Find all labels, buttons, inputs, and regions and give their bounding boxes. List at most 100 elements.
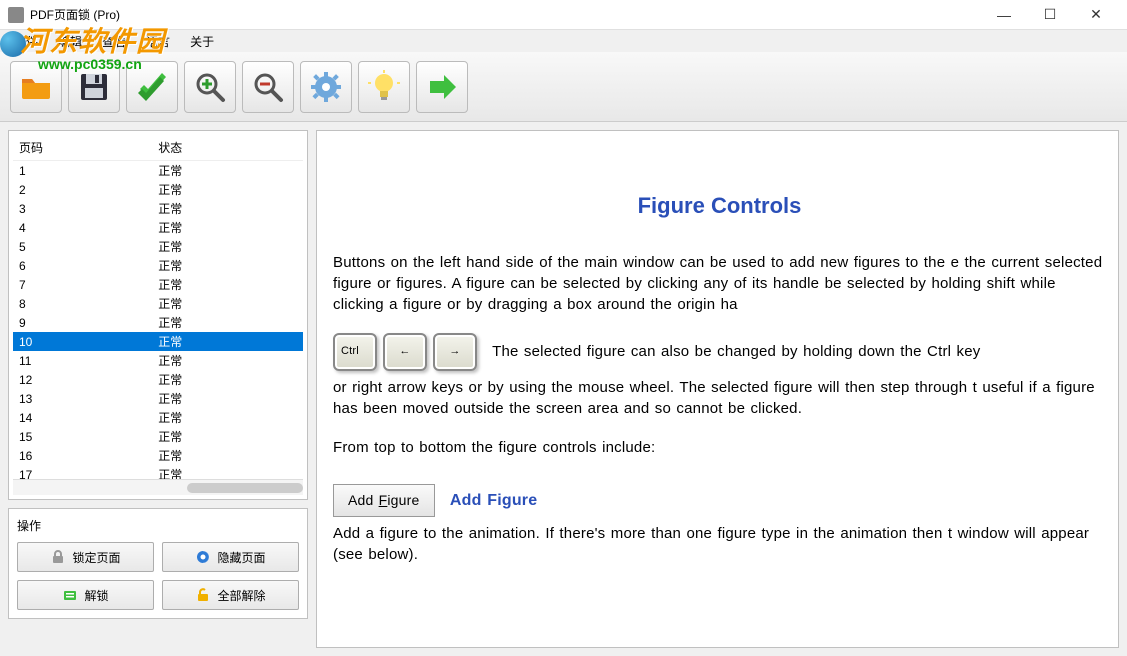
main-area: 页码 状态 1正常2正常3正常4正常5正常6正常7正常8正常9正常10正常11正…	[0, 122, 1127, 656]
zoom-out-button[interactable]	[242, 61, 294, 113]
table-row[interactable]: 16正常	[13, 446, 303, 465]
gear-icon	[308, 69, 344, 105]
eye-hide-icon	[195, 549, 211, 565]
cell-status: 正常	[152, 332, 303, 351]
cell-page: 9	[13, 313, 152, 332]
cell-page: 16	[13, 446, 152, 465]
table-row[interactable]: 6正常	[13, 256, 303, 275]
doc-add-figure-row: Add Figure Add Figure	[333, 484, 1106, 518]
clear-all-button[interactable]: 全部解除	[162, 580, 299, 610]
menu-file[interactable]: 文件	[4, 31, 48, 52]
save-button[interactable]	[68, 61, 120, 113]
table-row[interactable]: 11正常	[13, 351, 303, 370]
horizontal-scrollbar[interactable]	[13, 479, 303, 495]
cell-status: 正常	[152, 389, 303, 408]
cell-status: 正常	[152, 465, 303, 479]
add-figure-button[interactable]: Add Figure	[333, 484, 435, 518]
cell-status: 正常	[152, 427, 303, 446]
table-row[interactable]: 12正常	[13, 370, 303, 389]
menu-language[interactable]: 语言	[136, 31, 180, 52]
menu-about[interactable]: 关于	[180, 31, 224, 52]
cell-status: 正常	[152, 351, 303, 370]
col-status[interactable]: 状态	[152, 135, 303, 161]
unlock-label: 解锁	[84, 587, 108, 604]
menubar: 文件 编辑 查看 语言 关于	[0, 30, 1127, 52]
window-title: PDF页面锁 (Pro)	[30, 6, 981, 23]
run-button[interactable]	[416, 61, 468, 113]
cell-page: 6	[13, 256, 152, 275]
document-viewer[interactable]: Figure Controls Buttons on the left hand…	[316, 130, 1119, 648]
menu-view[interactable]: 查看	[92, 31, 136, 52]
table-row[interactable]: 2正常	[13, 180, 303, 199]
minimize-button[interactable]: —	[981, 0, 1027, 30]
doc-p2a: The selected figure can also be changed …	[492, 343, 980, 360]
key-left-icon: ←	[383, 333, 427, 371]
clear-all-label: 全部解除	[217, 587, 265, 604]
cell-status: 正常	[152, 180, 303, 199]
cell-status: 正常	[152, 256, 303, 275]
pages-table[interactable]: 页码 状态 1正常2正常3正常4正常5正常6正常7正常8正常9正常10正常11正…	[13, 135, 303, 479]
cell-status: 正常	[152, 199, 303, 218]
cell-status: 正常	[152, 294, 303, 313]
cell-page: 4	[13, 218, 152, 237]
save-icon	[76, 69, 112, 105]
lock-page-label: 锁定页面	[72, 549, 120, 566]
cell-page: 15	[13, 427, 152, 446]
apply-button[interactable]	[126, 61, 178, 113]
unlock-icon	[62, 587, 78, 603]
cell-status: 正常	[152, 370, 303, 389]
cell-page: 3	[13, 199, 152, 218]
cell-page: 17	[13, 465, 152, 479]
cell-status: 正常	[152, 237, 303, 256]
operations-title: 操作	[17, 517, 299, 534]
pages-list-group: 页码 状态 1正常2正常3正常4正常5正常6正常7正常8正常9正常10正常11正…	[8, 130, 308, 500]
table-row[interactable]: 9正常	[13, 313, 303, 332]
table-row[interactable]: 17正常	[13, 465, 303, 479]
table-row[interactable]: 1正常	[13, 161, 303, 180]
window-controls: — ☐ ✕	[981, 0, 1119, 30]
lightbulb-icon	[366, 69, 402, 105]
lock-icon	[50, 549, 66, 565]
cell-page: 14	[13, 408, 152, 427]
cell-page: 8	[13, 294, 152, 313]
unlock-all-icon	[195, 587, 211, 603]
open-button[interactable]	[10, 61, 62, 113]
cell-page: 11	[13, 351, 152, 370]
cell-status: 正常	[152, 218, 303, 237]
col-page[interactable]: 页码	[13, 135, 152, 161]
hide-page-button[interactable]: 隐藏页面	[162, 542, 299, 572]
close-button[interactable]: ✕	[1073, 0, 1119, 30]
left-panel: 页码 状态 1正常2正常3正常4正常5正常6正常7正常8正常9正常10正常11正…	[8, 130, 308, 648]
doc-paragraph-4: Add a figure to the animation. If there'…	[333, 523, 1106, 565]
cell-page: 13	[13, 389, 152, 408]
app-icon	[8, 7, 24, 23]
cell-status: 正常	[152, 161, 303, 180]
table-row[interactable]: 14正常	[13, 408, 303, 427]
doc-p2b: or right arrow keys or by using the mous…	[333, 377, 1106, 419]
toolbar	[0, 52, 1127, 122]
lock-page-button[interactable]: 锁定页面	[17, 542, 154, 572]
table-row[interactable]: 15正常	[13, 427, 303, 446]
table-row[interactable]: 3正常	[13, 199, 303, 218]
table-row[interactable]: 5正常	[13, 237, 303, 256]
maximize-button[interactable]: ☐	[1027, 0, 1073, 30]
table-row[interactable]: 4正常	[13, 218, 303, 237]
titlebar: PDF页面锁 (Pro) — ☐ ✕	[0, 0, 1127, 30]
settings-button[interactable]	[300, 61, 352, 113]
table-row[interactable]: 8正常	[13, 294, 303, 313]
table-row[interactable]: 7正常	[13, 275, 303, 294]
table-row[interactable]: 13正常	[13, 389, 303, 408]
menu-edit[interactable]: 编辑	[48, 31, 92, 52]
table-row[interactable]: 10正常	[13, 332, 303, 351]
zoom-in-button[interactable]	[184, 61, 236, 113]
doc-paragraph-3: From top to bottom the figure controls i…	[333, 437, 1106, 458]
cell-status: 正常	[152, 313, 303, 332]
unlock-button[interactable]: 解锁	[17, 580, 154, 610]
tips-button[interactable]	[358, 61, 410, 113]
cell-page: 7	[13, 275, 152, 294]
check-icon	[134, 69, 170, 105]
cell-page: 5	[13, 237, 152, 256]
zoom-out-icon	[250, 69, 286, 105]
doc-paragraph-1: Buttons on the left hand side of the mai…	[333, 252, 1106, 315]
cell-status: 正常	[152, 275, 303, 294]
